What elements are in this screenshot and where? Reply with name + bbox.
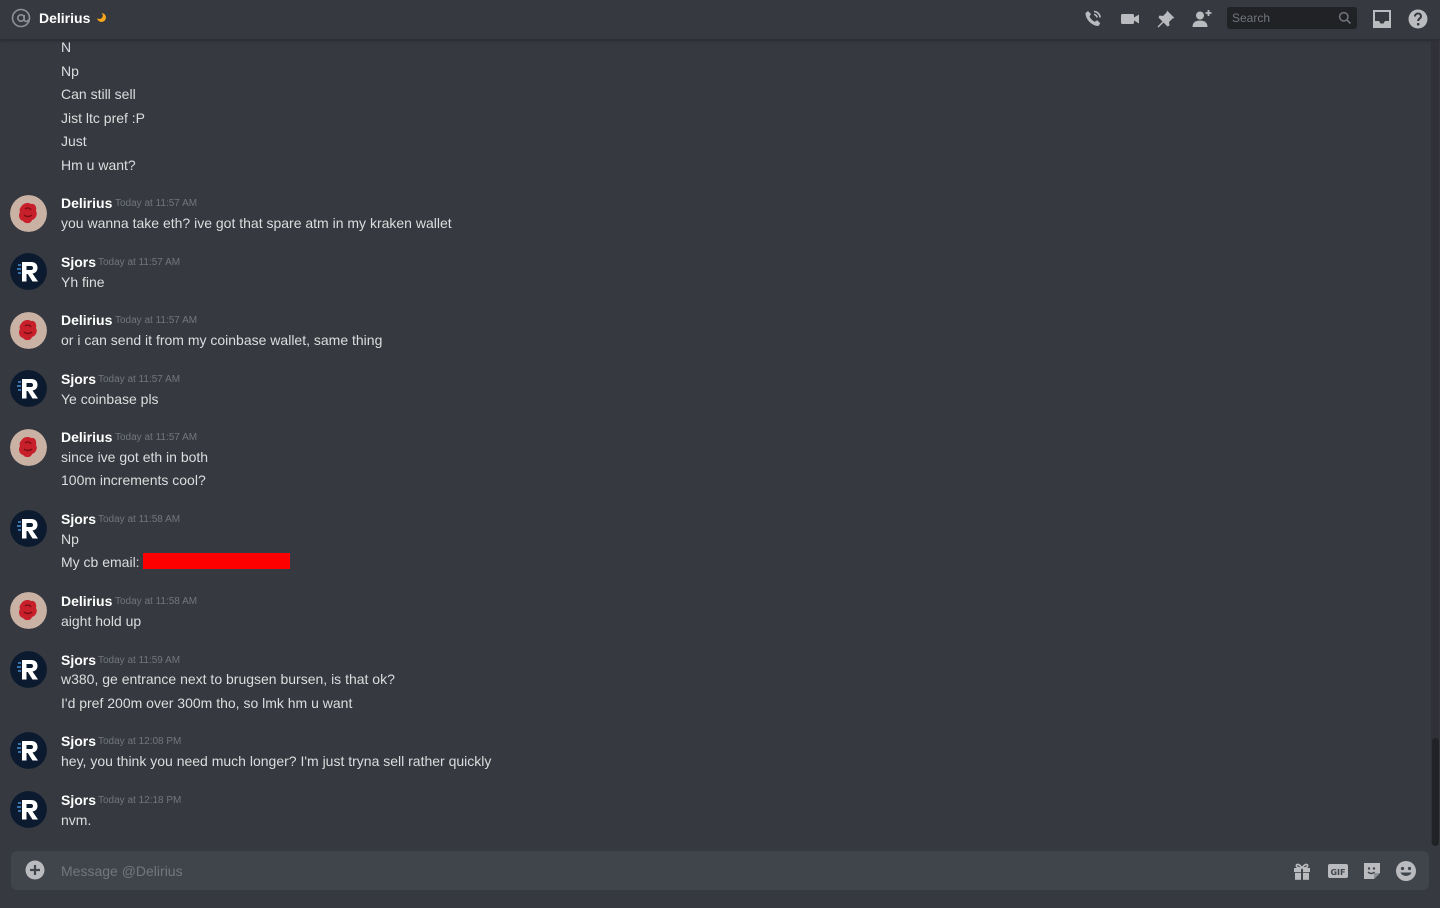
emoji-icon[interactable] bbox=[1395, 860, 1417, 882]
avatar-delirius[interactable] bbox=[10, 592, 47, 629]
message-author[interactable]: Delirius bbox=[61, 592, 112, 610]
message-author[interactable]: Delirius bbox=[61, 428, 112, 446]
message-line: Ye coinbase pls bbox=[61, 391, 159, 407]
search-input[interactable] bbox=[1227, 7, 1331, 29]
message-author[interactable]: Sjors bbox=[61, 651, 96, 669]
message-line: Jist ltc pref :P bbox=[61, 110, 146, 126]
message-line: or i can send it from my coinbase wallet… bbox=[61, 332, 383, 348]
message-timestamp: Today at 11:59 AM bbox=[98, 655, 181, 666]
message-author[interactable]: Delirius bbox=[61, 311, 112, 329]
message-timestamp: Today at 11:57 AM bbox=[98, 374, 181, 385]
message-line: Np bbox=[61, 63, 79, 79]
message-composer: GIF bbox=[11, 851, 1429, 890]
help-icon[interactable] bbox=[1407, 8, 1429, 30]
search-icon bbox=[1338, 11, 1352, 25]
status-moon-icon bbox=[96, 12, 106, 22]
message-line: 100m increments cool? bbox=[61, 472, 206, 488]
avatar-sjors[interactable] bbox=[10, 651, 47, 688]
avatar-delirius[interactable] bbox=[10, 429, 47, 466]
message-timestamp: Today at 11:57 AM bbox=[115, 198, 198, 209]
channel-name: Delirius bbox=[39, 10, 91, 26]
at-icon bbox=[11, 8, 31, 28]
redaction-bar bbox=[142, 553, 290, 569]
avatar-sjors[interactable] bbox=[10, 253, 47, 290]
message-author[interactable]: Sjors bbox=[61, 370, 96, 388]
pin-icon[interactable] bbox=[1155, 8, 1177, 30]
add-friend-icon[interactable] bbox=[1191, 8, 1213, 30]
message-timestamp: Today at 11:57 AM bbox=[115, 315, 198, 326]
add-attachment-icon[interactable] bbox=[25, 860, 45, 880]
message-timestamp: Today at 11:57 AM bbox=[115, 432, 198, 443]
avatar-delirius[interactable] bbox=[10, 312, 47, 349]
message-timestamp: Today at 12:18 PM bbox=[98, 795, 182, 806]
message-line: My cb email: bbox=[61, 554, 140, 570]
avatar-sjors[interactable] bbox=[10, 791, 47, 828]
message-line: Hm u want? bbox=[61, 157, 136, 173]
avatar-sjors[interactable] bbox=[10, 732, 47, 769]
sticker-icon[interactable] bbox=[1361, 860, 1383, 882]
message-timestamp: Today at 11:58 AM bbox=[98, 514, 181, 525]
message-line: you wanna take eth? ive got that spare a… bbox=[61, 215, 452, 231]
avatar-sjors[interactable] bbox=[10, 510, 47, 547]
message-line: Np bbox=[61, 531, 79, 547]
avatar-delirius[interactable] bbox=[10, 195, 47, 232]
gif-icon[interactable]: GIF bbox=[1327, 860, 1349, 882]
message-timestamp: Today at 12:08 PM bbox=[98, 736, 182, 747]
message-author[interactable]: Sjors bbox=[61, 253, 96, 271]
avatar-sjors[interactable] bbox=[10, 370, 47, 407]
message-line: Can still sell bbox=[61, 86, 136, 102]
message-timestamp: Today at 11:57 AM bbox=[98, 257, 181, 268]
message-line: since ive got eth in both bbox=[61, 449, 209, 465]
message-line: Yh fine bbox=[61, 274, 105, 290]
channel-header: Delirius bbox=[0, 0, 1440, 40]
video-icon[interactable] bbox=[1119, 8, 1141, 30]
message-timestamp: Today at 11:58 AM bbox=[115, 596, 198, 607]
message-line: hey, you think you need much longer? I'm… bbox=[61, 753, 492, 769]
message-author[interactable]: Sjors bbox=[61, 732, 96, 750]
message-line: I'd pref 200m over 300m tho, so lmk hm u… bbox=[61, 695, 353, 711]
inbox-icon[interactable] bbox=[1371, 8, 1393, 30]
call-icon[interactable] bbox=[1082, 8, 1104, 30]
message-line: w380, ge entrance next to brugsen bursen… bbox=[61, 671, 395, 687]
message-author[interactable]: Sjors bbox=[61, 510, 96, 528]
message-line: Just bbox=[61, 133, 87, 149]
message-input[interactable] bbox=[61, 851, 1261, 890]
message-line-with-redaction: My cb email: bbox=[61, 553, 290, 571]
message-line: N bbox=[61, 40, 72, 55]
scrollbar-thumb[interactable] bbox=[1432, 738, 1439, 846]
message-line: nvm. bbox=[61, 812, 92, 828]
message-list[interactable]: N Np Can still sell Jist ltc pref :P Jus… bbox=[0, 40, 1430, 846]
scrollbar-track[interactable] bbox=[1431, 40, 1439, 846]
message-line: aight hold up bbox=[61, 613, 142, 629]
message-author[interactable]: Sjors bbox=[61, 791, 96, 809]
svg-text:GIF: GIF bbox=[1330, 868, 1345, 877]
search-box[interactable] bbox=[1227, 7, 1357, 29]
gift-icon[interactable] bbox=[1291, 860, 1313, 882]
message-author[interactable]: Delirius bbox=[61, 194, 112, 212]
